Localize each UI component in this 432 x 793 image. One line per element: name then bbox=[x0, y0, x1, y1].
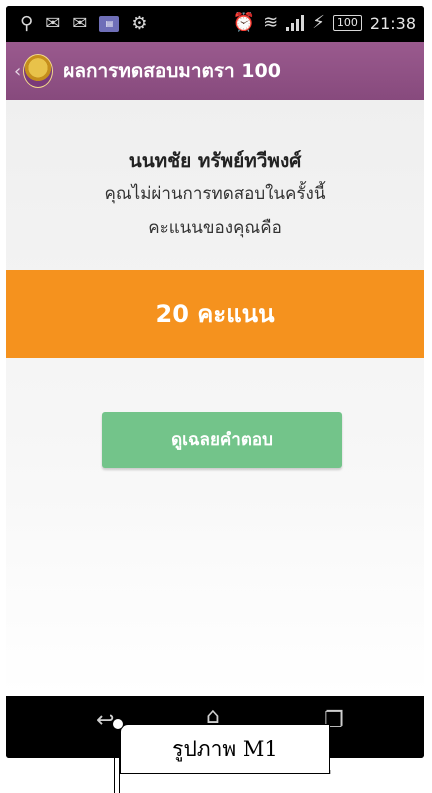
action-bar: ‹ ผลการทดสอบมาตรา 100 bbox=[6, 42, 424, 100]
status-time: 21:38 bbox=[369, 13, 416, 33]
wifi-icon: ≋ bbox=[263, 12, 279, 33]
phone-frame: ⚲ ✉ ✉ ▤ ⚙ ⏰ ≋ ⚡ 100 21:38 ‹ ผลการทดสอบมา… bbox=[6, 6, 424, 758]
score-banner: 20 คะแนน bbox=[6, 270, 424, 358]
gmail-icon: ✉ bbox=[45, 13, 61, 34]
battery-indicator: 100 bbox=[332, 15, 362, 31]
result-message: คุณไม่ผ่านการทดสอบในครั้งนี้ bbox=[104, 184, 326, 204]
result-content: นนทชัย ทรัพย์ทวีพงศ์ คุณไม่ผ่านการทดสอบใ… bbox=[6, 100, 424, 696]
score-text: 20 คะแนน bbox=[155, 300, 275, 328]
gmail-icon: ✉ bbox=[72, 13, 88, 34]
alarm-icon: ⏰ bbox=[232, 12, 256, 33]
page-title: ผลการทดสอบมาตรา 100 bbox=[63, 60, 281, 82]
message-icon: ▤ bbox=[99, 16, 120, 32]
caption-scroll-curl bbox=[112, 718, 124, 730]
charging-icon: ⚡ bbox=[312, 12, 325, 33]
signal-icon bbox=[286, 15, 305, 31]
status-bar-notifications: ⚲ ✉ ✉ ▤ ⚙ bbox=[20, 12, 148, 36]
examinee-name: นนทชัย ทรัพย์ทวีพงศ์ bbox=[128, 150, 302, 172]
status-bar-system: ⏰ ≋ ⚡ 100 21:38 bbox=[233, 11, 416, 35]
score-prompt: คะแนนของคุณคือ bbox=[148, 218, 282, 238]
figure-caption: รูปภาพ M1 bbox=[120, 724, 330, 774]
view-answers-button[interactable]: ดูเฉลยคำตอบ bbox=[102, 412, 342, 468]
back-chevron-icon[interactable]: ‹ bbox=[14, 61, 21, 82]
usb-icon: ⚲ bbox=[20, 13, 34, 34]
status-bar: ⚲ ✉ ✉ ▤ ⚙ ⏰ ≋ ⚡ 100 21:38 bbox=[6, 6, 424, 42]
android-icon: ⚙ bbox=[131, 13, 148, 34]
app-logo[interactable] bbox=[23, 54, 54, 88]
